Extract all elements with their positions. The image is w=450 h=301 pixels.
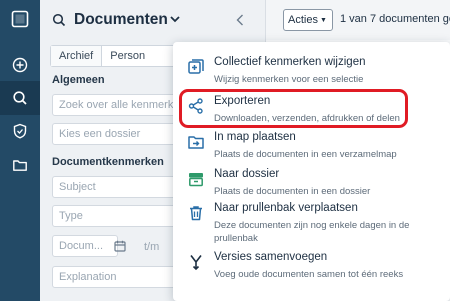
menu-item-description: Wijzig kenmerken voor een selectie	[214, 74, 364, 85]
folders-nav-button[interactable]	[0, 148, 40, 182]
to-dossier-icon	[189, 173, 203, 187]
logo-icon	[11, 10, 29, 28]
menu-item-description: Plaats de documenten in een dossier	[214, 186, 371, 197]
menu-item-description: Plaats de documenten in een verzamelmap	[214, 149, 397, 160]
date-range-separator: t/m	[144, 241, 160, 253]
panel-header: Documenten	[40, 0, 265, 40]
merge-icon	[190, 255, 202, 271]
actions-menu: Collectief kenmerken wijzigen Wijzig ken…	[173, 42, 450, 301]
menu-item-label: Collectief kenmerken wijzigen	[214, 56, 366, 68]
chevron-down-icon[interactable]	[170, 16, 180, 23]
shield-icon	[13, 123, 27, 139]
tab-archive[interactable]: Archief	[51, 46, 103, 66]
navigation-rail	[0, 0, 40, 301]
menu-item-merge-versions[interactable]: Versies samenvoegen Voeg oude documenten…	[173, 251, 450, 291]
search-icon	[52, 13, 66, 27]
add-icon	[12, 57, 28, 73]
folder-icon	[13, 160, 27, 171]
menu-item-label: Naar dossier	[214, 168, 280, 180]
list-toolbar: Acties ▼ 1 van 7 documenten ge	[266, 0, 450, 40]
date-from-field[interactable]: Docum...	[52, 235, 118, 257]
menu-item-label: Naar prullenbak verplaatsen	[214, 202, 358, 214]
search-nav-button[interactable]	[0, 81, 40, 115]
move-to-folder-icon	[188, 136, 204, 149]
actions-button[interactable]: Acties ▼	[283, 9, 333, 31]
caret-down-icon: ▼	[319, 17, 327, 24]
menu-item-description: Voeg oude documenten samen tot één reeks	[214, 269, 404, 280]
properties-section-title: Documentkenmerken	[52, 156, 164, 168]
menu-item-move-to-folder[interactable]: In map plaatsen Plaats de documenten in …	[173, 131, 450, 171]
actions-button-label: Acties	[288, 14, 318, 26]
menu-item-move-to-trash[interactable]: Naar prullenbak verplaatsen Deze documen…	[173, 202, 450, 244]
selection-count: 1 van 7 documenten ge	[340, 13, 450, 25]
search-icon	[13, 91, 27, 105]
security-nav-button[interactable]	[0, 114, 40, 148]
trash-icon	[190, 206, 202, 221]
highlight-annotation	[179, 89, 408, 128]
general-section-title: Algemeen	[52, 74, 105, 86]
logo-button[interactable]	[0, 2, 40, 36]
bulk-edit-icon	[188, 59, 204, 74]
add-button[interactable]	[0, 48, 40, 82]
menu-item-label: In map plaatsen	[214, 131, 296, 143]
calendar-icon[interactable]	[114, 240, 126, 252]
panel-title: Documenten	[74, 11, 168, 28]
menu-item-label: Versies samenvoegen	[214, 251, 328, 263]
collapse-panel-icon[interactable]	[236, 14, 244, 26]
menu-item-description: Deze documenten zijn nog enkele dagen in…	[214, 220, 410, 244]
tab-personal[interactable]: Person	[102, 46, 153, 66]
